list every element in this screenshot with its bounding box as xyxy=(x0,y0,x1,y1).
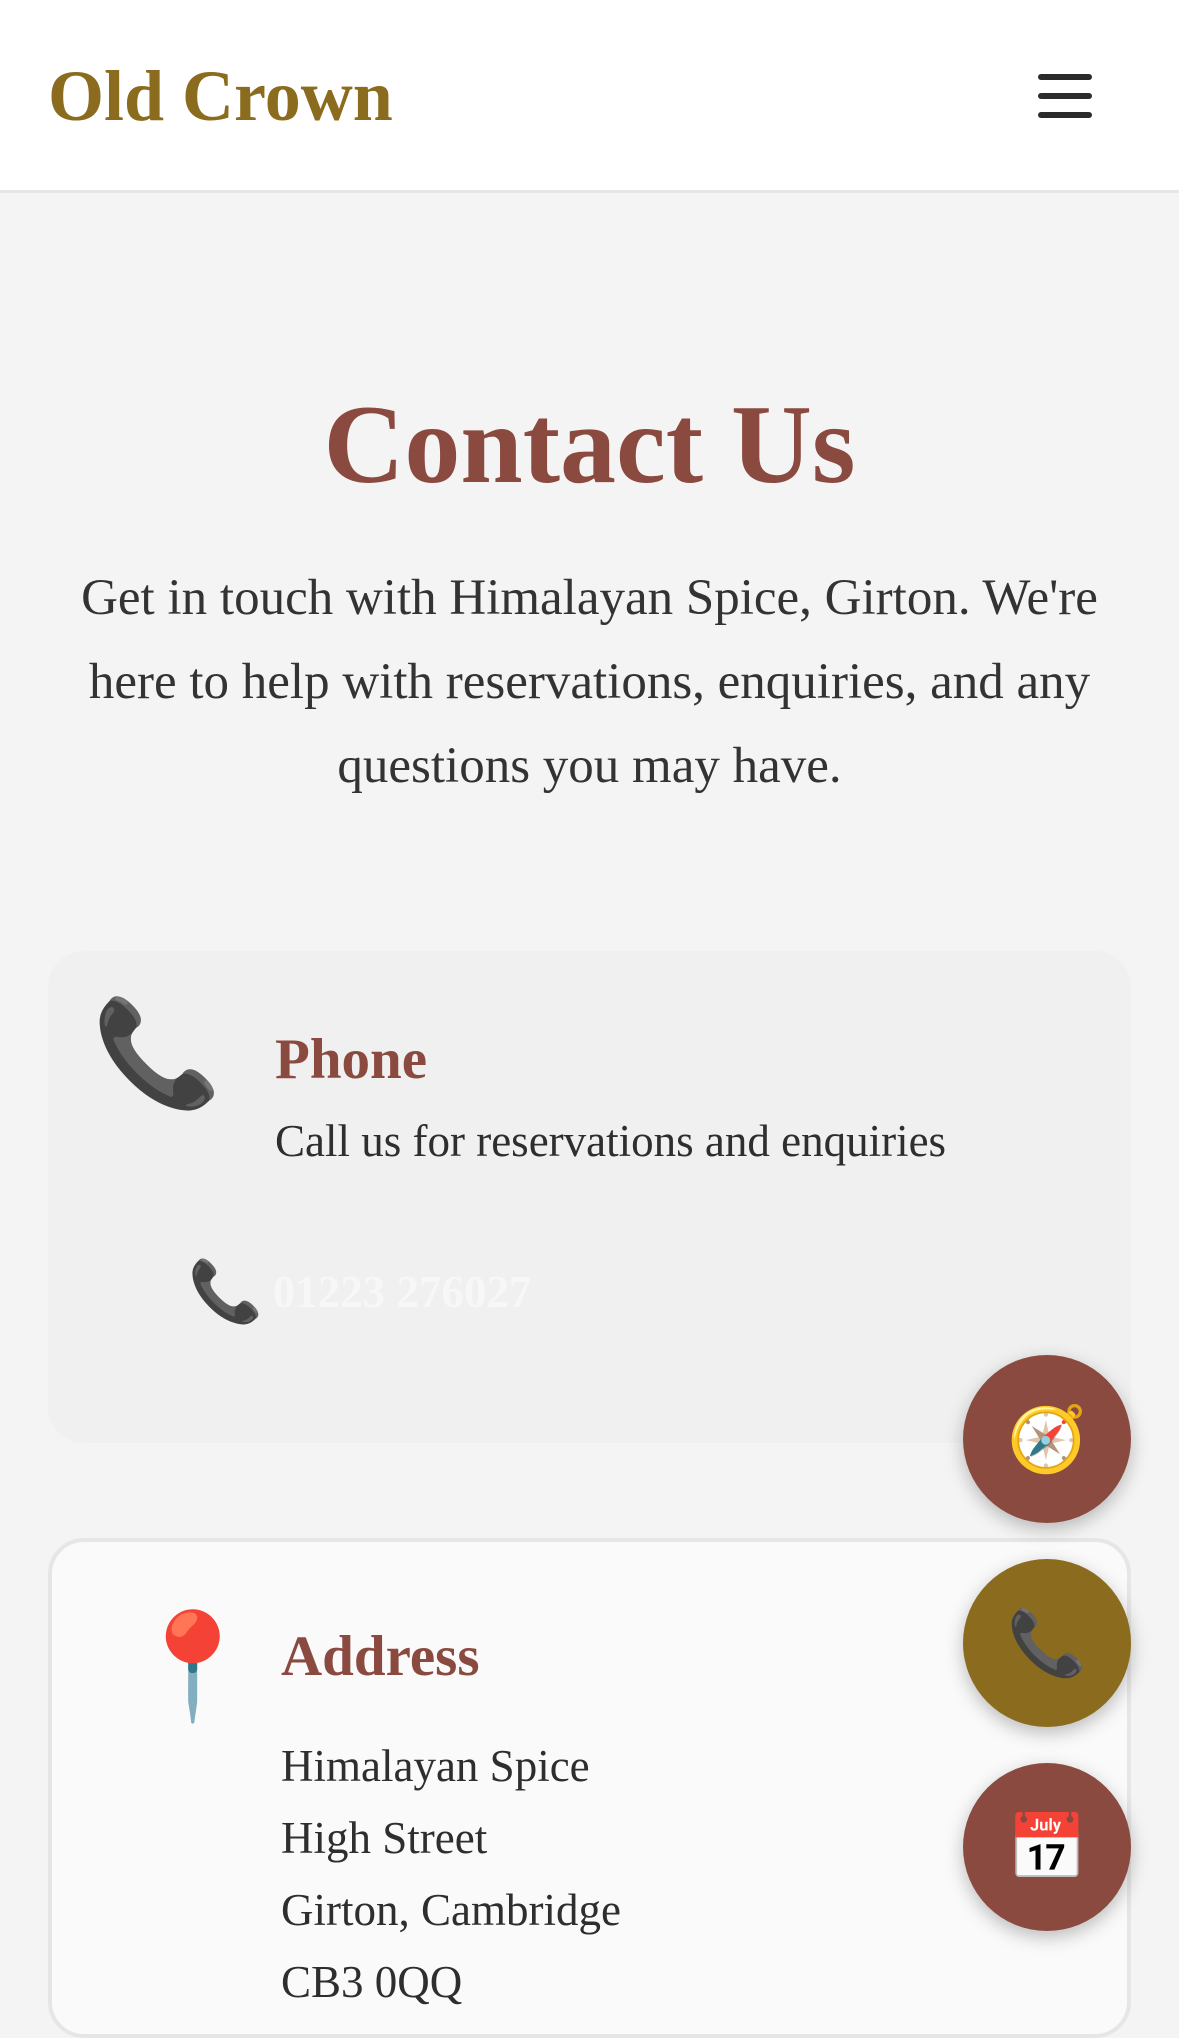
address-line: High Street xyxy=(281,1813,488,1863)
phone-card-description: Call us for reservations and enquiries xyxy=(275,1116,947,1166)
brand-logo[interactable]: Old Crown xyxy=(48,48,393,144)
site-header: Old Crown xyxy=(0,0,1179,193)
address-line: Girton, Cambridge xyxy=(281,1885,621,1935)
address-line: Himalayan Spice xyxy=(281,1741,590,1791)
page-title: Contact Us xyxy=(323,383,856,507)
book-table-button[interactable]: 📅 xyxy=(963,1763,1131,1931)
address-card-title: Address xyxy=(281,1625,480,1688)
hamburger-menu-icon xyxy=(1038,74,1092,80)
map-pin-icon: 📍 xyxy=(128,1610,258,1725)
phone-icon: 📞 xyxy=(1007,1607,1087,1679)
phone-card-title: Phone xyxy=(275,1028,428,1091)
phone-number-link[interactable]: 📞 01223 276027 xyxy=(188,1257,531,1327)
address-line: CB3 0QQ xyxy=(281,1957,463,2007)
calendar-icon: 📅 xyxy=(1007,1811,1087,1883)
directions-button[interactable]: 🧭 xyxy=(963,1355,1131,1523)
phone-icon: 📞 xyxy=(188,1259,263,1325)
menu-button[interactable] xyxy=(1030,66,1098,126)
phone-card: 📞 Phone Call us for reservations and enq… xyxy=(48,951,1131,1443)
call-button[interactable]: 📞 xyxy=(963,1559,1131,1727)
phone-number: 01223 276027 xyxy=(272,1267,532,1317)
intro-text: Get in touch with Himalayan Spice, Girto… xyxy=(81,570,1098,794)
compass-icon: 🧭 xyxy=(1007,1403,1087,1475)
phone-icon: 📞 xyxy=(92,997,222,1112)
address-lines: Himalayan Spice High Street Girton, Camb… xyxy=(281,1730,621,2018)
